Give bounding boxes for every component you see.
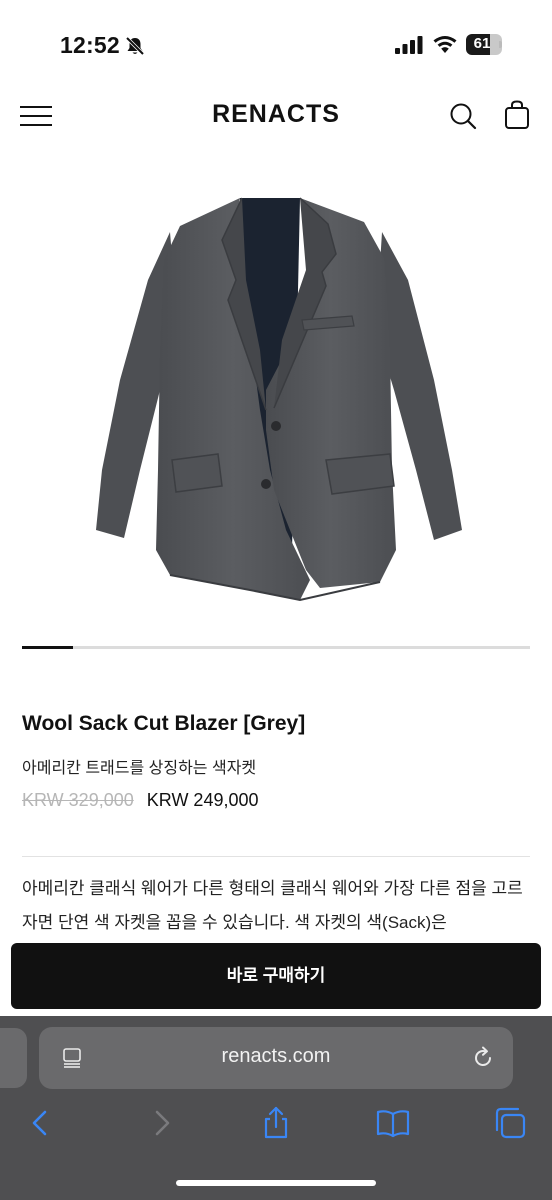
sale-price: KRW 249,000 <box>146 790 259 810</box>
share-icon[interactable] <box>259 1106 293 1140</box>
wifi-icon <box>433 36 457 53</box>
reload-icon[interactable] <box>471 1046 495 1070</box>
tabs-icon[interactable] <box>493 1106 527 1140</box>
bell-slash-icon <box>125 36 145 56</box>
url-text[interactable]: renacts.com <box>39 1045 513 1068</box>
jacket-button <box>271 421 281 431</box>
battery-icon: 61 <box>466 34 502 55</box>
bookmarks-icon[interactable] <box>376 1106 410 1140</box>
right-pocket-flap <box>325 453 395 495</box>
carousel-active-segment <box>22 646 73 649</box>
shopping-bag-icon[interactable] <box>503 100 531 130</box>
status-bar: 12:52 61 <box>0 0 552 90</box>
back-icon[interactable] <box>24 1106 58 1140</box>
left-pocket-flap <box>171 453 223 493</box>
forward-icon[interactable] <box>144 1106 178 1140</box>
buy-now-button[interactable]: 바로 구매하기 <box>11 943 541 1009</box>
site-header: RENACTS <box>0 90 552 142</box>
original-price: KRW 329,000 <box>22 790 134 810</box>
divider <box>22 856 530 857</box>
product-description: 아메리칸 클래식 웨어가 다른 형태의 클래식 웨어와 가장 다른 점을 고르자… <box>22 879 523 932</box>
price-row: KRW 329,000 KRW 249,000 <box>22 790 259 811</box>
product-subtitle: 아메리칸 트래드를 상징하는 색자켓 <box>22 760 257 777</box>
image-carousel-indicator[interactable] <box>22 646 530 649</box>
search-icon[interactable] <box>449 102 477 130</box>
browser-toolbar <box>0 1100 552 1150</box>
home-indicator[interactable] <box>176 1180 376 1186</box>
cellular-signal-icon <box>395 36 423 54</box>
status-time: 12:52 <box>60 32 120 58</box>
previous-tab-preview[interactable] <box>0 1028 27 1088</box>
product-name: Wool Sack Cut Blazer [Grey] <box>22 712 306 735</box>
battery-percentage: 61 <box>473 35 491 52</box>
jacket-button <box>261 479 271 489</box>
address-bar[interactable]: renacts.com <box>39 1027 513 1089</box>
battery-nub <box>499 41 502 48</box>
blazer-image[interactable] <box>60 170 492 620</box>
